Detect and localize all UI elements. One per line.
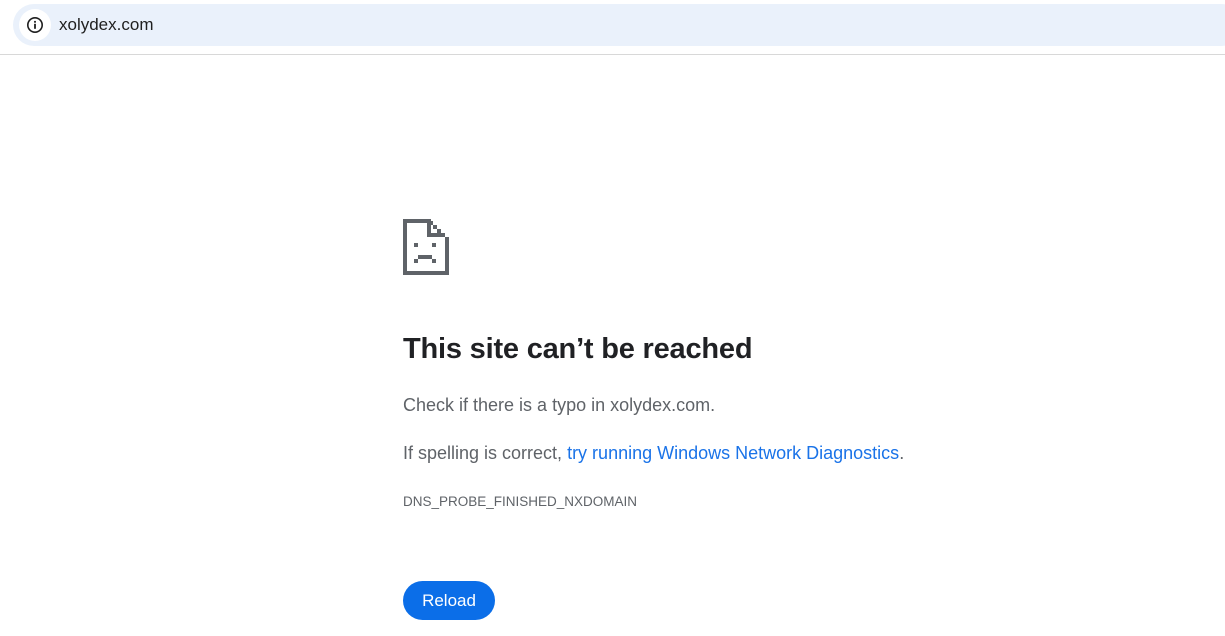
- diagnostics-prefix: If spelling is correct,: [403, 443, 568, 463]
- error-code: DNS_PROBE_FINISHED_NXDOMAIN: [403, 494, 638, 509]
- error-message-diagnostics: If spelling is correct, try running Wind…: [403, 443, 904, 464]
- omnibox[interactable]: xolydex.com: [13, 4, 1225, 46]
- reload-button[interactable]: Reload: [403, 581, 495, 620]
- error-title: This site can’t be reached: [403, 333, 753, 365]
- info-circle-icon: [27, 17, 43, 33]
- network-diagnostics-link[interactable]: try running Windows Network Diagnostics: [567, 443, 899, 463]
- diagnostics-suffix: .: [899, 443, 905, 463]
- error-message-typo: Check if there is a typo in xolydex.com.: [403, 395, 716, 415]
- address-bar: xolydex.com: [0, 0, 1225, 55]
- sad-page-icon: [403, 219, 449, 275]
- url-text[interactable]: xolydex.com: [59, 15, 153, 35]
- site-info-button[interactable]: [19, 9, 51, 41]
